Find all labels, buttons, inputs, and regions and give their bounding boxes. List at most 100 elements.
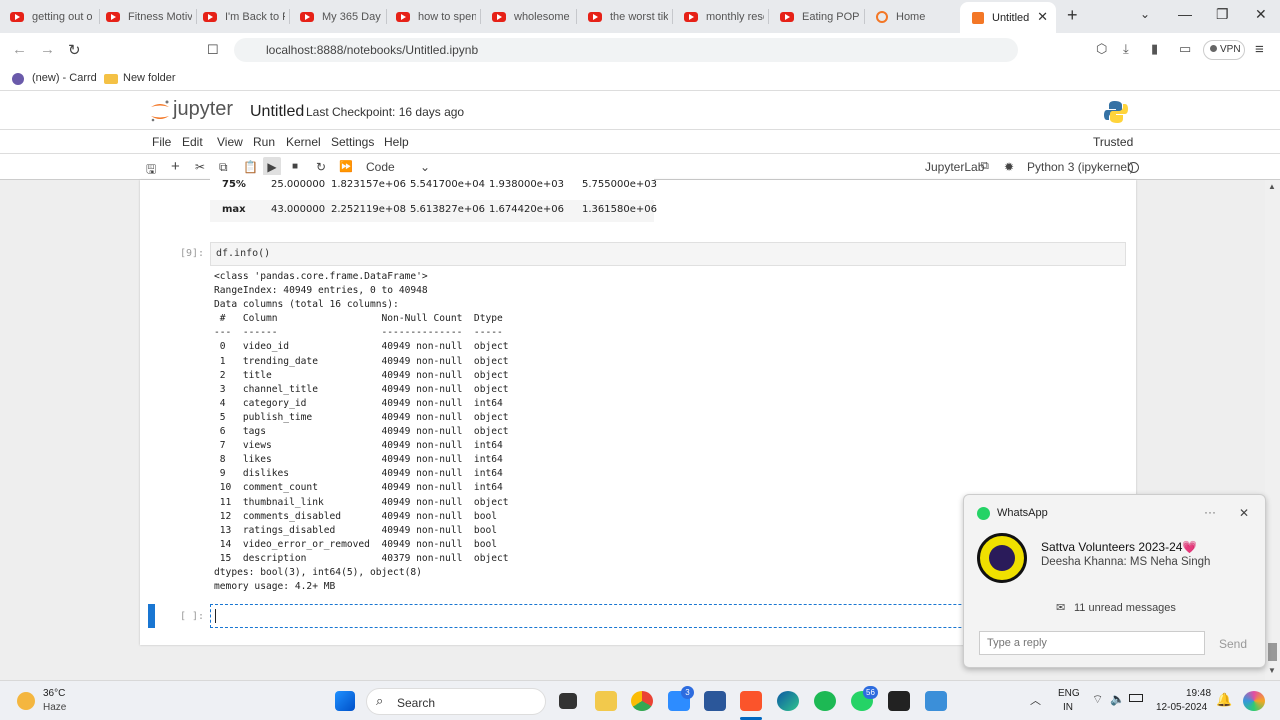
menu-help[interactable]: Help [384, 135, 409, 149]
browser-tab[interactable]: getting out o [10, 5, 96, 29]
terminal-icon[interactable] [888, 691, 910, 711]
trusted-indicator[interactable]: Trusted [1093, 135, 1133, 149]
browser-tab[interactable]: Fitness Motiv [106, 5, 192, 29]
vpn-button[interactable]: VPN [1203, 40, 1245, 60]
code-text[interactable]: df.info() [216, 248, 270, 259]
extensions-icon[interactable]: ⬡ [1096, 41, 1107, 57]
bell-icon[interactable]: 🔔 [1216, 692, 1232, 708]
volume-icon[interactable]: 🔈 [1110, 692, 1125, 706]
chrome-icon[interactable] [631, 691, 653, 711]
sidebar-icon[interactable]: ▮ [1151, 41, 1158, 57]
youtube-icon [203, 12, 217, 22]
maximize-button[interactable]: ❐ [1216, 6, 1229, 23]
tab-search-icon[interactable]: ⌄ [1140, 7, 1150, 21]
mail-icon: ✉ [1056, 602, 1066, 614]
close-tab-icon[interactable]: ✕ [1037, 9, 1048, 25]
youtube-icon [684, 12, 698, 22]
run-icon[interactable]: ▶ [263, 157, 281, 176]
restart-run-all-icon[interactable]: ⏩ [339, 160, 353, 173]
start-icon[interactable] [335, 691, 355, 711]
taskbar: 36°C Haze ⌕ Search 3 56 ︿ ENG IN ⌔ 🔈 19:… [0, 680, 1280, 720]
last-checkpoint: Last Checkpoint: 16 days ago [306, 105, 465, 119]
menu-kernel[interactable]: Kernel [286, 135, 321, 149]
send-button[interactable]: Send [1219, 637, 1247, 651]
battery-icon[interactable] [1129, 694, 1143, 702]
edge-icon[interactable] [777, 691, 799, 711]
whatsapp-notification[interactable]: WhatsApp ··· ✕ Sattva Volunteers 2023-24… [963, 494, 1266, 668]
youtube-icon [300, 12, 314, 22]
reload-icon[interactable]: ↻ [68, 41, 81, 59]
spotify-icon[interactable] [814, 691, 836, 711]
bug-icon[interactable]: ✹ [1004, 160, 1014, 174]
cell-output: <class 'pandas.core.frame.DataFrame'> Ra… [214, 271, 509, 593]
wallet-icon[interactable]: ▭ [1179, 41, 1191, 57]
menu-edit[interactable]: Edit [182, 135, 203, 149]
search-icon: ⌕ [376, 693, 384, 708]
bookmark-new-folder[interactable]: New folder [123, 72, 176, 84]
minimize-button[interactable]: — [1178, 6, 1192, 22]
copilot-icon[interactable] [1243, 691, 1265, 711]
temperature[interactable]: 36°C [43, 688, 65, 699]
restart-icon[interactable]: ↻ [316, 160, 326, 174]
weather-icon[interactable] [17, 692, 35, 710]
vertical-scrollbar[interactable]: ▲ ▼ [1265, 180, 1280, 680]
wifi-icon[interactable]: ⌔ [1092, 692, 1103, 707]
word-icon[interactable] [704, 691, 726, 711]
menu-view[interactable]: View [217, 135, 243, 149]
unread-count: 11 unread messages [1074, 602, 1176, 614]
taskbar-search[interactable]: ⌕ Search [366, 688, 546, 715]
stop-icon[interactable]: ■ [292, 161, 298, 172]
browser-tab-active[interactable]: Untitled ✕ [960, 2, 1056, 33]
chevron-down-icon[interactable]: ⌄ [420, 160, 430, 174]
menu-icon[interactable]: ≡ [1255, 41, 1264, 58]
notebook-title[interactable]: Untitled [250, 103, 304, 121]
new-tab-button[interactable]: + [1067, 5, 1078, 26]
message-preview: Deesha Khanna: MS Neha Singh [1041, 556, 1211, 568]
task-view-icon[interactable] [559, 693, 577, 709]
browser-tab[interactable]: wholesome c [492, 5, 572, 29]
copy-icon[interactable]: ⧉ [219, 160, 228, 175]
cell-type-select[interactable]: Code [366, 160, 395, 174]
clock-date[interactable]: 12-05-2024 [1156, 702, 1207, 713]
cut-icon[interactable]: ✂ [195, 160, 205, 174]
clock-time[interactable]: 19:48 [1186, 688, 1211, 699]
brave-icon[interactable] [740, 691, 762, 711]
jupyter-logo-text[interactable]: jupyter [173, 98, 233, 121]
menu-settings[interactable]: Settings [331, 135, 374, 149]
url-text[interactable]: localhost:8888/notebooks/Untitled.ipynb [266, 43, 478, 57]
app-icon[interactable] [925, 691, 947, 711]
bookmark-carrd[interactable]: (new) - Carrd [32, 72, 97, 84]
youtube-icon [396, 12, 410, 22]
browser-tab-home[interactable]: Home [876, 5, 956, 29]
chevron-up-icon[interactable]: ︿ [1030, 692, 1041, 708]
browser-tab[interactable]: monthly rese [684, 5, 764, 29]
bookmark-icon[interactable]: ☐ [207, 42, 219, 58]
more-options-icon[interactable]: ··· [1204, 505, 1216, 519]
browser-tab[interactable]: Eating POPUl [780, 5, 860, 29]
save-icon[interactable]: 🖫 [146, 160, 156, 181]
file-explorer-icon[interactable] [595, 691, 617, 711]
menu-run[interactable]: Run [253, 135, 275, 149]
folder-icon [104, 74, 118, 84]
insert-cell-icon[interactable]: + [171, 158, 180, 175]
carrd-icon [12, 73, 24, 85]
browser-tab[interactable]: how to spen [396, 5, 476, 29]
menu-file[interactable]: File [152, 135, 171, 149]
paste-icon[interactable]: 📋 [243, 160, 258, 174]
language-indicator[interactable]: ENG [1058, 688, 1080, 699]
browser-tab[interactable]: My 365 Day [300, 5, 382, 29]
browser-tab[interactable]: the worst tik [588, 5, 668, 29]
weather-text[interactable]: Haze [43, 702, 66, 713]
browser-tab[interactable]: I'm Back to P [203, 5, 285, 29]
reply-input[interactable] [979, 631, 1205, 655]
notebook-icon [972, 11, 984, 24]
close-icon[interactable]: ✕ [1239, 506, 1249, 520]
jupyterlab-link[interactable]: JupyterLab [925, 160, 984, 174]
close-window-button[interactable]: ✕ [1255, 6, 1267, 23]
download-icon[interactable]: ⤓ [1123, 41, 1129, 57]
forward-icon[interactable]: → [40, 41, 55, 58]
back-icon[interactable]: ← [12, 41, 27, 58]
code-cell-input[interactable]: df.info() [210, 242, 1126, 266]
table-row: max 43.000000 2.252119e+08 5.613827e+06 … [210, 200, 657, 222]
kernel-name[interactable]: Python 3 (ipykernel) [1027, 160, 1134, 174]
